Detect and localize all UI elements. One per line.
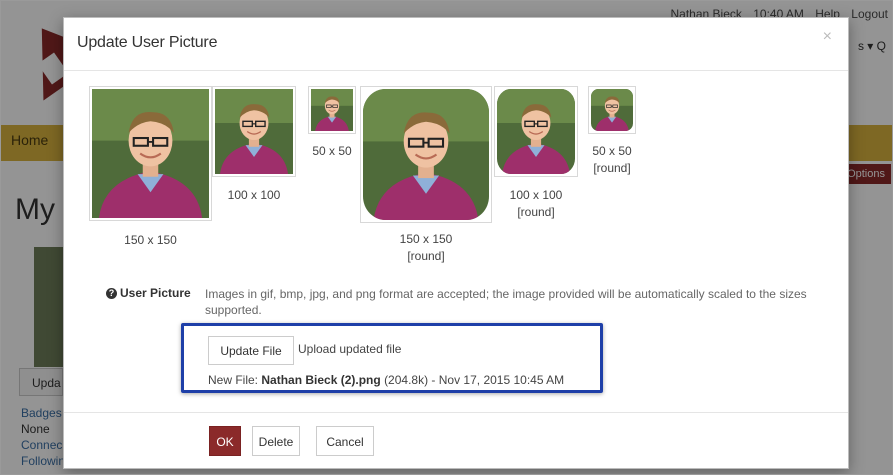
thumbnail-caption: 100 x 100 [227, 188, 281, 202]
new-file-meta: (204.8k) - Nov 17, 2015 10:45 AM [384, 373, 565, 387]
upload-text: Upload updated file [298, 342, 402, 356]
modal-title: Update User Picture [77, 34, 218, 51]
thumbnail-caption: 100 x 100 [round] [509, 188, 563, 219]
new-file-info: New File: Nathan Bieck (2).png (204.8k) … [208, 373, 564, 387]
ok-button[interactable]: OK [209, 426, 241, 456]
close-icon[interactable]: × [823, 28, 832, 46]
portrait-image [92, 89, 209, 218]
delete-button[interactable]: Delete [252, 426, 300, 456]
user-picture-label: ? User Picture [106, 286, 191, 300]
help-icon: ? [106, 288, 117, 299]
portrait-image [215, 89, 293, 174]
portrait-image [497, 89, 575, 174]
thumbnail-150 [89, 86, 212, 221]
new-file-name: Nathan Bieck (2).png [261, 373, 381, 387]
thumbnail-caption: 150 x 150 [124, 233, 177, 247]
update-picture-modal: Update User Picture × 150 x 150 100 x 10… [63, 17, 849, 469]
thumbnail-caption: 50 x 50 [round] [592, 144, 632, 175]
thumbnail-100-round [494, 86, 578, 177]
portrait-image [311, 89, 353, 131]
new-file-label: New File: [208, 373, 259, 387]
upload-highlight-box: Update File Upload updated file New File… [181, 323, 603, 393]
thumbnail-50-round [588, 86, 636, 134]
thumbnail-100 [212, 86, 296, 177]
update-file-button[interactable]: Update File [208, 336, 294, 365]
thumbnail-150-round [360, 86, 492, 223]
portrait-image [363, 89, 489, 220]
help-text: Images in gif, bmp, jpg, and png format … [205, 287, 807, 317]
modal-header: Update User Picture × [64, 18, 848, 71]
thumbnail-caption: 50 x 50 [312, 144, 352, 158]
thumbnail-caption: 150 x 150 [round] [399, 232, 453, 263]
screen: Nathan Bieck 10:40 AM Help Logout s ▾ Q … [0, 0, 893, 475]
thumbnail-50 [308, 86, 356, 134]
portrait-image [591, 89, 633, 131]
modal-footer-divider [64, 412, 848, 413]
cancel-button[interactable]: Cancel [316, 426, 374, 456]
